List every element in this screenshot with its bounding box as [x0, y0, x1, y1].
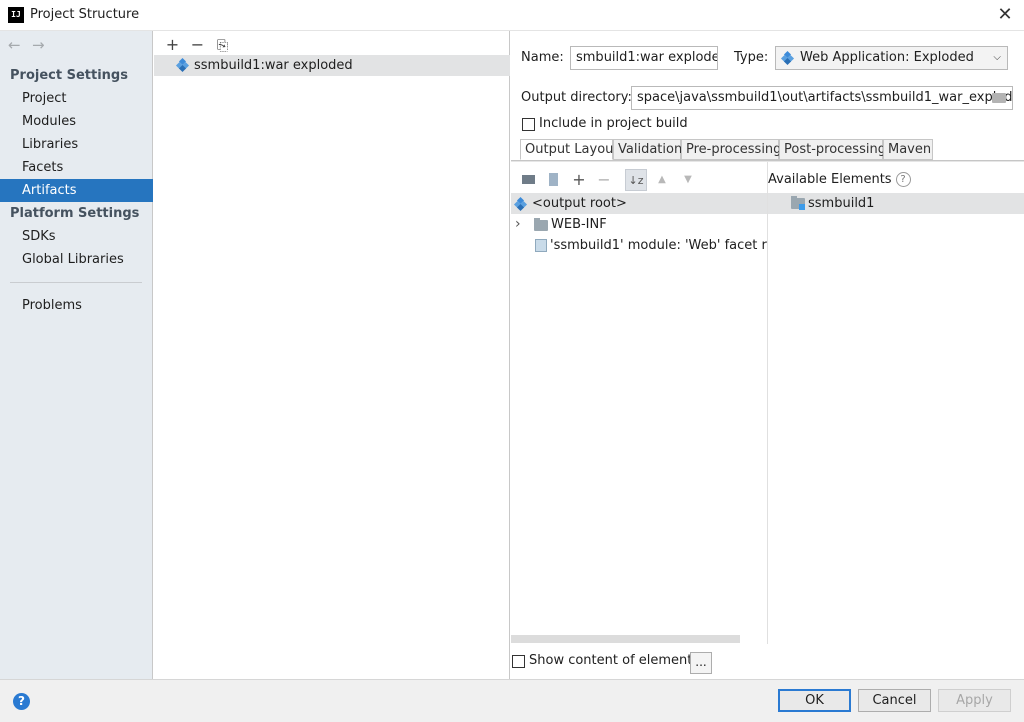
name-label: Name: [521, 50, 564, 65]
remove-element-icon[interactable]: − [593, 169, 615, 191]
show-content-label: Show content of elements [529, 653, 700, 668]
tree-row-label: <output root> [532, 196, 627, 211]
type-label: Type: [734, 50, 769, 65]
type-dropdown-value: Web Application: Exploded [800, 50, 974, 65]
new-directory-icon[interactable] [517, 169, 539, 191]
section-project-settings: Project Settings [10, 68, 128, 83]
sidebar-item-artifacts[interactable]: Artifacts [0, 179, 153, 202]
expand-arrow-icon[interactable]: › [515, 214, 521, 235]
create-archive-icon[interactable] [542, 169, 564, 191]
artifact-name: ssmbuild1:war exploded [194, 58, 353, 73]
add-artifact-icon[interactable]: + [160, 35, 185, 54]
tree-row-output-root[interactable]: <output root> [511, 193, 767, 214]
artifacts-toolbar: + − ⎘ [160, 35, 235, 55]
output-directory-label: Output directory: [521, 90, 632, 105]
sidebar-item-global-libraries[interactable]: Global Libraries [0, 248, 153, 271]
artifacts-list-panel: + − ⎘ ssmbuild1:war exploded [154, 31, 510, 679]
dialog-button-bar: ? OK Cancel Apply [0, 679, 1024, 722]
horizontal-scrollbar[interactable] [511, 635, 740, 643]
module-badge-icon [799, 204, 805, 210]
artifact-name-field[interactable]: smbuild1:war exploded [570, 46, 718, 70]
apply-button[interactable]: Apply [938, 689, 1011, 712]
move-down-icon[interactable]: ▼ [677, 169, 699, 191]
show-content-row: Show content of elements ... [511, 643, 1024, 679]
copy-artifact-icon[interactable]: ⎘ [210, 38, 235, 54]
add-element-icon[interactable]: + [568, 169, 590, 191]
forward-arrow-icon[interactable]: → [32, 36, 56, 54]
include-in-build-checkbox[interactable] [522, 118, 535, 131]
window-title: Project Structure [30, 7, 140, 22]
ok-button[interactable]: OK [778, 689, 851, 712]
available-elements-label: Available Elements [768, 172, 892, 187]
available-element-row[interactable]: ssmbuild1 [768, 193, 1024, 214]
browse-folder-icon[interactable] [992, 93, 1006, 103]
sidebar-item-libraries[interactable]: Libraries [0, 133, 153, 156]
title-bar: IJ Project Structure ✕ [0, 0, 1024, 31]
folder-icon [534, 218, 548, 231]
sidebar-item-project[interactable]: Project [0, 87, 153, 110]
tree-row-label: 'ssmbuild1' module: 'Web' facet reso [550, 238, 767, 253]
close-window-button[interactable]: ✕ [994, 4, 1016, 26]
intellij-app-icon: IJ [8, 7, 24, 23]
cancel-button[interactable]: Cancel [858, 689, 931, 712]
help-icon[interactable]: ? [895, 172, 911, 187]
section-platform-settings: Platform Settings [10, 206, 140, 221]
chevron-down-icon: ⌵ [993, 52, 1001, 63]
help-icon[interactable]: ? [13, 693, 30, 710]
available-element-label: ssmbuild1 [808, 196, 875, 211]
tab-post-processing[interactable]: Post-processing [779, 139, 886, 160]
back-arrow-icon[interactable]: ← [8, 36, 32, 54]
tree-row-web-facet[interactable]: 'ssmbuild1' module: 'Web' facet reso [511, 235, 767, 256]
web-app-type-icon [780, 50, 795, 66]
output-root-icon [513, 196, 528, 212]
sidebar-item-modules[interactable]: Modules [0, 110, 153, 133]
web-facet-icon [535, 239, 547, 252]
layout-splitter[interactable] [767, 162, 768, 644]
move-up-icon[interactable]: ▲ [651, 169, 673, 191]
remove-artifact-icon[interactable]: − [185, 35, 210, 54]
web-artifact-icon [175, 57, 190, 73]
output-layout-area: + − ↓z ▲ ▼ Available Elements? <output r… [511, 161, 1024, 644]
history-navigation: ← → [8, 36, 56, 56]
more-options-button[interactable]: ... [690, 652, 712, 674]
settings-sidebar: ← → Project Settings Project Modules Libr… [0, 31, 153, 679]
sidebar-divider [10, 282, 142, 283]
sort-elements-icon[interactable]: ↓z [625, 169, 647, 191]
sidebar-item-problems[interactable]: Problems [0, 294, 153, 317]
output-directory-field[interactable]: space\java\ssmbuild1\out\artifacts\ssmbu… [631, 86, 1013, 110]
artifact-details-panel: Name: smbuild1:war exploded Type: Web Ap… [511, 31, 1024, 679]
tab-output-layout[interactable]: Output Layout [520, 139, 618, 160]
tree-row-web-inf[interactable]: › WEB-INF [511, 214, 767, 235]
type-dropdown[interactable]: Web Application: Exploded ⌵ [775, 46, 1008, 70]
tab-validation[interactable]: Validation [613, 139, 682, 160]
artifact-list-item[interactable]: ssmbuild1:war exploded [154, 55, 510, 76]
sidebar-item-facets[interactable]: Facets [0, 156, 153, 179]
tree-row-label: WEB-INF [551, 217, 607, 232]
sidebar-item-sdks[interactable]: SDKs [0, 225, 153, 248]
tab-pre-processing[interactable]: Pre-processing [681, 139, 781, 160]
available-elements-header: Available Elements? [768, 169, 911, 191]
tab-maven[interactable]: Maven [883, 139, 933, 160]
show-content-checkbox[interactable] [512, 655, 525, 668]
include-in-build-label: Include in project build [539, 116, 688, 131]
